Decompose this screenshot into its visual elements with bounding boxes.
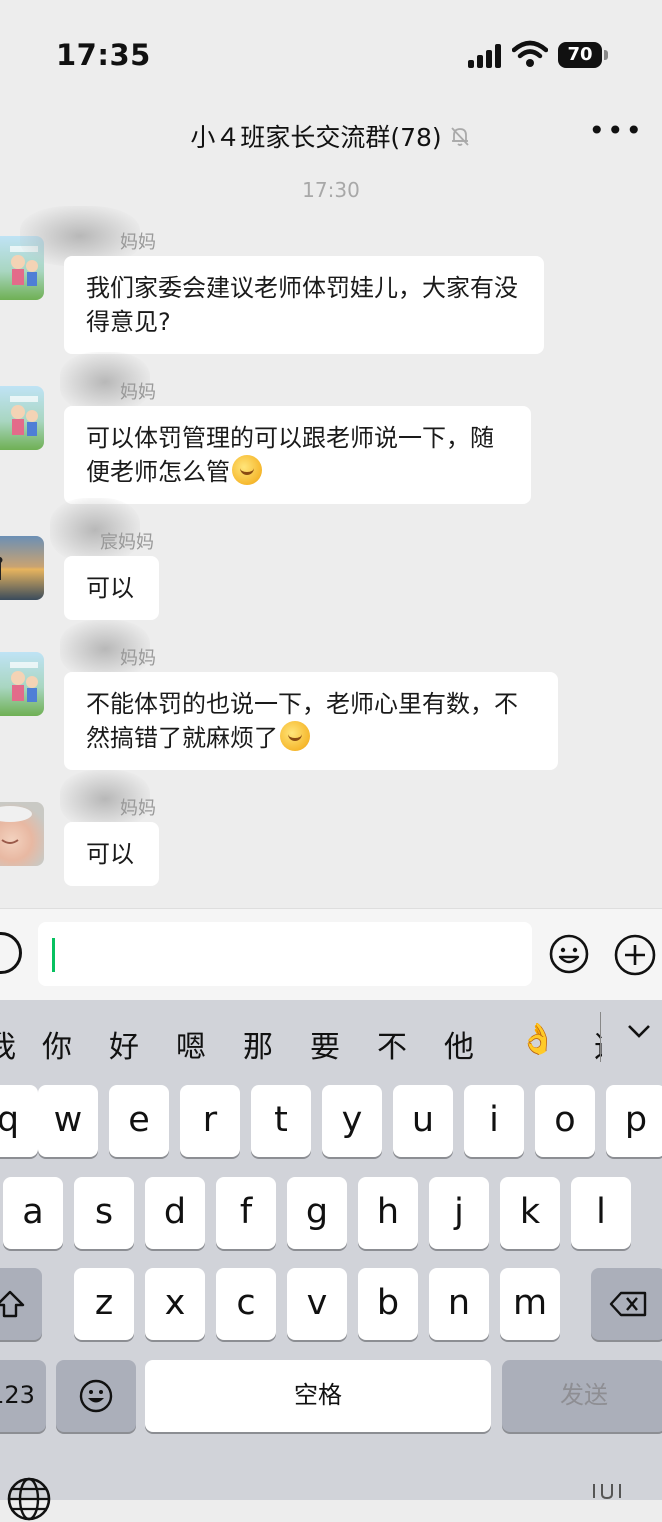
key-s[interactable]: s [74, 1177, 134, 1249]
candidate-word[interactable]: 好 [109, 1022, 139, 1066]
add-attachment-icon[interactable] [614, 934, 656, 976]
key-b[interactable]: b [358, 1268, 418, 1340]
battery-icon: 70 [558, 42, 602, 68]
key-r[interactable]: r [180, 1085, 240, 1157]
sender-nickname: 妈妈 [120, 798, 156, 819]
candidate-word[interactable]: 要 [310, 1022, 340, 1066]
send-key[interactable]: 发送 [502, 1360, 662, 1432]
status-bar: 17:35 70 [0, 0, 662, 110]
key-g[interactable]: g [287, 1177, 347, 1249]
more-options-icon[interactable]: ••• [588, 117, 644, 145]
key-m[interactable]: m [500, 1268, 560, 1340]
key-x[interactable]: x [145, 1268, 205, 1340]
key-w[interactable]: w [38, 1085, 98, 1157]
message-bubble[interactable]: 可以 [64, 822, 159, 886]
message-text: 可以体罚管理的可以跟老师说一下，随便老师怎么管 [86, 424, 494, 486]
chat-title: 小４班家长交流群(78) [190, 123, 442, 152]
watermark-icon [593, 1484, 621, 1500]
key-v[interactable]: v [287, 1268, 347, 1340]
sender-nickname: 妈妈 [120, 648, 156, 669]
candidate-word[interactable]: 那 [243, 1022, 273, 1066]
candidate-word[interactable]: 我 [0, 1022, 16, 1066]
message-bubble[interactable]: 可以体罚管理的可以跟老师说一下，随便老师怎么管 [64, 406, 531, 504]
key-e[interactable]: e [109, 1085, 169, 1157]
message-text: 可以 [86, 840, 134, 868]
battery-cap [604, 50, 608, 60]
message-bubble[interactable]: 不能体罚的也说一下，老师心里有数，不然搞错了就麻烦了 [64, 672, 558, 770]
key-c[interactable]: c [216, 1268, 276, 1340]
keyboard: 我 你 好 嗯 那 要 不 他 👌 这 q w e r t y u i o p … [0, 1000, 662, 1521]
space-key[interactable]: 空格 [145, 1360, 491, 1432]
emoji-keyboard-icon [79, 1379, 113, 1413]
candidate-word[interactable]: 你 [42, 1022, 72, 1066]
key-y[interactable]: y [322, 1085, 382, 1157]
chevron-down-icon[interactable] [624, 1016, 654, 1046]
key-d[interactable]: d [145, 1177, 205, 1249]
key-z[interactable]: z [74, 1268, 134, 1340]
avatar[interactable] [0, 802, 44, 866]
key-f[interactable]: f [216, 1177, 276, 1249]
key-n[interactable]: n [429, 1268, 489, 1340]
key-q[interactable]: q [0, 1085, 38, 1157]
key-k[interactable]: k [500, 1177, 560, 1249]
key-h[interactable]: h [358, 1177, 418, 1249]
backspace-icon [609, 1291, 646, 1317]
emoji-picker-icon[interactable] [549, 934, 589, 974]
wifi-icon [512, 40, 548, 67]
message-text: 可以 [86, 574, 134, 602]
avatar[interactable] [0, 536, 44, 600]
key-i[interactable]: i [464, 1085, 524, 1157]
key-o[interactable]: o [535, 1085, 595, 1157]
message-bubble[interactable]: 我们家委会建议老师体罚娃儿，大家有没得意见? [64, 256, 544, 354]
shift-key[interactable] [0, 1268, 42, 1340]
sender-nickname: 宸妈妈 [100, 532, 154, 553]
candidate-divider [600, 1012, 601, 1062]
chat-header: 小４班家长交流群(78) ••• [0, 110, 662, 158]
candidate-word[interactable]: 嗯 [176, 1022, 206, 1066]
shift-arrow-icon [0, 1290, 25, 1318]
key-a[interactable]: a [3, 1177, 63, 1249]
cellular-signal-icon [468, 44, 506, 68]
message-input[interactable] [38, 922, 532, 986]
key-l[interactable]: l [571, 1177, 631, 1249]
avatar[interactable] [0, 386, 44, 450]
message-input-bar [0, 908, 662, 1001]
emoji-key[interactable] [56, 1360, 136, 1432]
numbers-key[interactable]: 123 [0, 1360, 46, 1432]
key-p[interactable]: p [606, 1085, 662, 1157]
message-text: 我们家委会建议老师体罚娃儿，大家有没得意见? [86, 274, 518, 336]
message-timestamp: 17:30 [302, 178, 360, 202]
candidate-word[interactable]: 不 [377, 1022, 407, 1066]
sender-nickname: 妈妈 [120, 382, 156, 403]
sender-nickname: 妈妈 [120, 232, 156, 253]
message-bubble[interactable]: 可以 [64, 556, 159, 620]
candidate-bar: 我 你 好 嗯 那 要 不 他 👌 这 [0, 1000, 662, 1078]
voice-input-icon[interactable] [0, 932, 22, 974]
mute-bell-icon [451, 127, 469, 146]
thinking-face-emoji-icon [280, 721, 310, 751]
thinking-face-emoji-icon [232, 455, 262, 485]
chat-title-container[interactable]: 小４班家长交流群(78) [0, 118, 662, 154]
text-cursor [52, 938, 55, 972]
backspace-key[interactable] [591, 1268, 662, 1340]
candidate-word[interactable]: 他 [444, 1022, 474, 1066]
avatar[interactable] [0, 652, 44, 716]
globe-icon[interactable] [6, 1476, 52, 1522]
key-u[interactable]: u [393, 1085, 453, 1157]
key-j[interactable]: j [429, 1177, 489, 1249]
key-t[interactable]: t [251, 1085, 311, 1157]
candidate-word[interactable]: 👌 [519, 1022, 556, 1057]
status-time: 17:35 [56, 38, 151, 72]
